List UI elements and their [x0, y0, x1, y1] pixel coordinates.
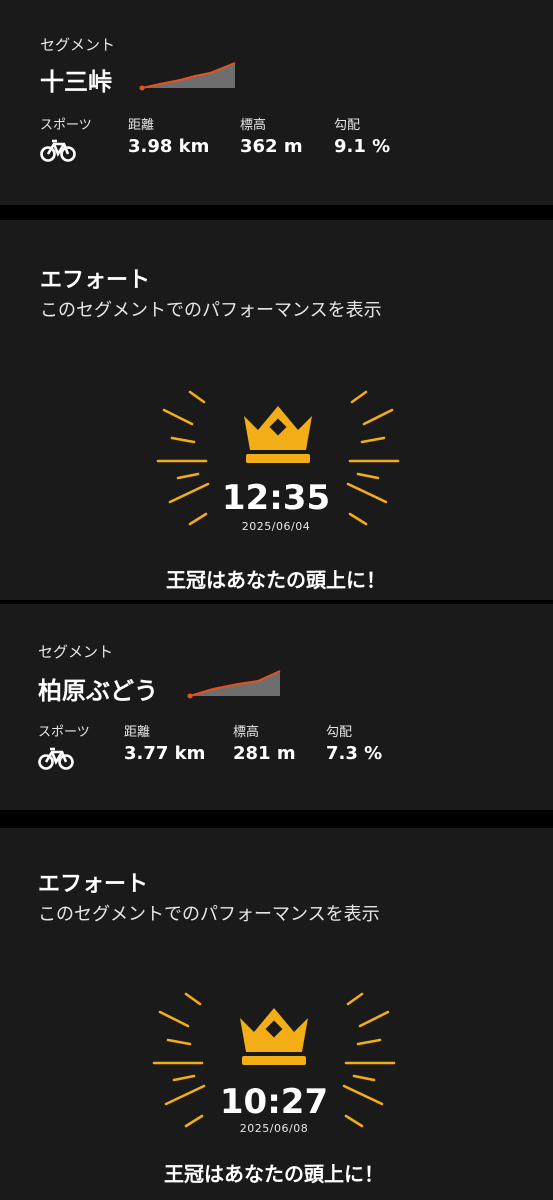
- stat-value-elevation: 362 m: [240, 136, 303, 157]
- effort-title: エフォート: [38, 872, 149, 897]
- effort-card-2[interactable]: エフォート このセグメントでのパフォーマンスを表示 10:27 2025/06/…: [0, 828, 553, 1200]
- stat-label-grade: 勾配: [334, 118, 361, 133]
- stat-label-sport: スポーツ: [38, 725, 90, 740]
- effort-time: 10:27: [219, 1082, 329, 1122]
- effort-date: 2025/06/08: [239, 1122, 309, 1135]
- segment-name: 十三峠: [40, 68, 112, 96]
- segment-card-1[interactable]: セグメント 十三峠 スポーツ 距離 3.98 km 標高 362 m 勾配 9.…: [0, 0, 553, 205]
- stat-value-elevation: 281 m: [233, 743, 296, 764]
- segment-section-label: セグメント: [38, 643, 114, 661]
- effort-card-1[interactable]: エフォート このセグメントでのパフォーマンスを表示 12:35 2025/06/…: [0, 220, 553, 600]
- bicycle-icon: [38, 747, 74, 770]
- effort-subtitle: このセグメントでのパフォーマンスを表示: [38, 904, 380, 925]
- stat-label-distance: 距離: [124, 725, 151, 740]
- stat-label-elevation: 標高: [240, 118, 267, 133]
- crown-message: 王冠はあなたの頭上に！: [166, 568, 386, 592]
- stat-label-sport: スポーツ: [40, 118, 92, 133]
- elevation-profile-chart: [187, 670, 281, 699]
- effort-time: 12:35: [221, 478, 331, 518]
- effort-subtitle: このセグメントでのパフォーマンスを表示: [40, 300, 382, 321]
- crown-message: 王冠はあなたの頭上に！: [164, 1162, 384, 1186]
- stat-label-distance: 距離: [128, 118, 155, 133]
- effort-date: 2025/06/04: [241, 520, 311, 533]
- stat-label-grade: 勾配: [326, 725, 353, 740]
- stat-value-grade: 9.1 %: [334, 136, 391, 157]
- segment-name: 柏原ぶどう: [38, 677, 158, 705]
- effort-title: エフォート: [40, 268, 151, 293]
- stat-value-distance: 3.77 km: [124, 743, 206, 764]
- bicycle-icon: [40, 139, 76, 162]
- segment-card-2[interactable]: セグメント 柏原ぶどう スポーツ 距離 3.77 km 標高 281 m 勾配 …: [0, 604, 553, 810]
- segment-section-label: セグメント: [40, 36, 116, 54]
- stat-value-distance: 3.98 km: [128, 136, 210, 157]
- stat-value-grade: 7.3 %: [326, 743, 383, 764]
- stat-label-elevation: 標高: [233, 725, 260, 740]
- elevation-profile-chart: [139, 62, 236, 91]
